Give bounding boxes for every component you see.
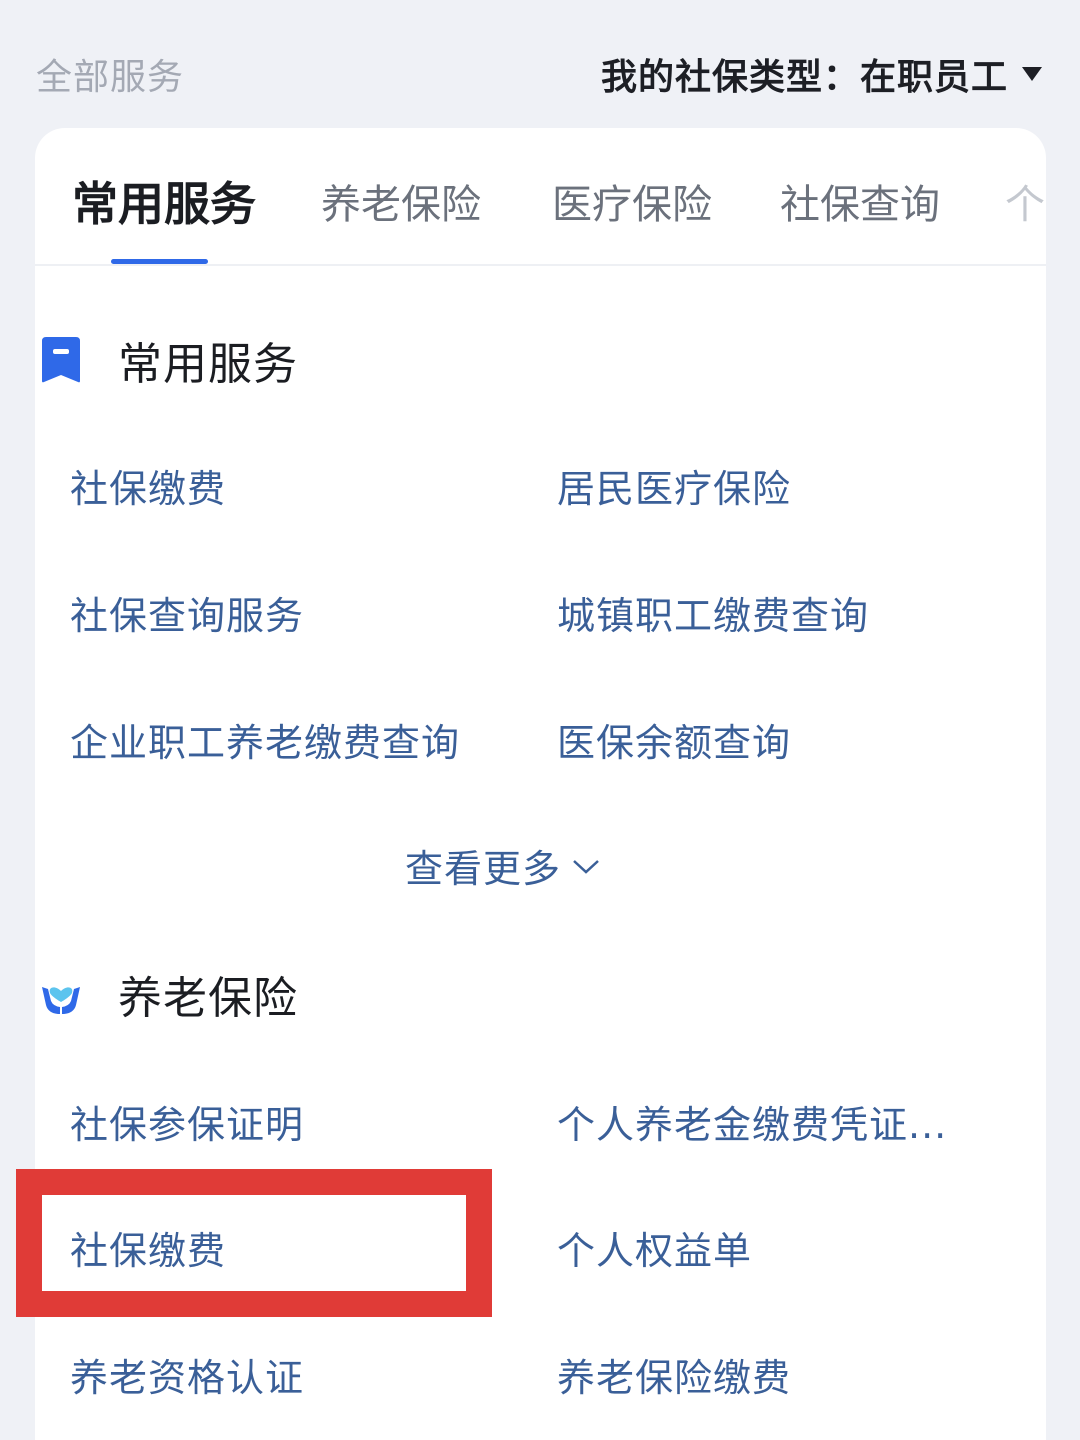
tab-medical-insurance[interactable]: 医疗保险 — [552, 172, 712, 230]
hands-heart-icon — [42, 987, 80, 1014]
service-item-pension-qualification[interactable]: 养老资格认证 — [70, 1347, 304, 1402]
service-item-social-payment-pension[interactable]: 社保缴费 — [70, 1220, 226, 1275]
tab-overflow-partial[interactable]: 个 — [1005, 172, 1045, 230]
service-item-resident-medical[interactable]: 居民医疗保险 — [557, 458, 791, 513]
tab-pension-insurance[interactable]: 养老保险 — [321, 172, 481, 230]
social-security-type-label: 我的社保类型：在职员工 — [600, 57, 1008, 98]
service-item-insurance-certificate[interactable]: 社保参保证明 — [70, 1094, 304, 1149]
service-item-pension-payment[interactable]: 养老保险缴费 — [557, 1347, 791, 1402]
caret-down-icon — [1022, 67, 1042, 81]
chevron-down-icon — [573, 859, 599, 874]
section-header-pension: 养老保险 — [38, 962, 298, 1026]
service-item-medical-balance[interactable]: 医保余额查询 — [557, 712, 791, 767]
top-bar: 全部服务 我的社保类型：在职员工 — [0, 0, 1080, 128]
bookmark-icon — [42, 337, 80, 383]
service-item-urban-payment-query[interactable]: 城镇职工缴费查询 — [557, 585, 869, 640]
section-header-common: 常用服务 — [38, 328, 298, 392]
view-more-label: 查看更多 — [405, 847, 562, 891]
service-item-personal-rights-statement[interactable]: 个人权益单 — [557, 1220, 752, 1275]
tab-bar: 常用服务 养老保险 医疗保险 社保查询 个 — [35, 128, 1046, 266]
all-services-link[interactable]: 全部服务 — [36, 48, 184, 100]
section-title: 养老保险 — [118, 973, 298, 1024]
tab-social-security-query[interactable]: 社保查询 — [780, 172, 940, 230]
view-more-button[interactable]: 查看更多 — [405, 838, 601, 893]
service-item-enterprise-pension-query[interactable]: 企业职工养老缴费查询 — [70, 712, 460, 767]
active-tab-indicator — [111, 259, 208, 264]
service-item-social-payment[interactable]: 社保缴费 — [70, 458, 226, 513]
social-security-type-selector[interactable]: 我的社保类型：在职员工 — [601, 48, 1042, 100]
tab-common-services[interactable]: 常用服务 — [72, 168, 256, 234]
section-title: 常用服务 — [118, 339, 298, 390]
service-item-personal-pension-voucher[interactable]: 个人养老金缴费凭证... — [557, 1094, 947, 1149]
service-item-ss-query[interactable]: 社保查询服务 — [70, 585, 304, 640]
